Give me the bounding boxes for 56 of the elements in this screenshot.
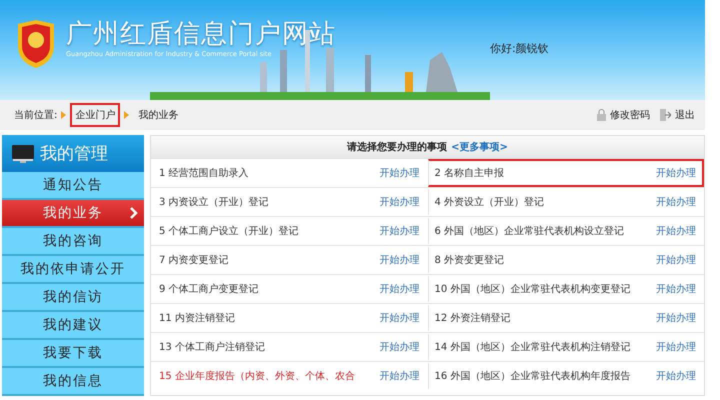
greeting-text: 你好:颜锐钦 <box>490 41 549 56</box>
sidebar-item[interactable]: 我的依申请公开 <box>2 256 144 284</box>
start-link[interactable]: 开始办理 <box>656 282 696 296</box>
service-name: 3 内资设立（开业）登记 <box>159 196 269 209</box>
start-link[interactable]: 开始办理 <box>380 340 420 354</box>
sidebar-item[interactable]: 我的建议 <box>2 312 144 340</box>
chevron-icon <box>130 207 138 219</box>
breadcrumb-item[interactable]: 企业门户 <box>70 103 120 127</box>
monitor-icon <box>12 144 34 162</box>
start-link[interactable]: 开始办理 <box>656 166 696 180</box>
start-link[interactable]: 开始办理 <box>380 369 420 383</box>
service-name: 4 外资设立（开业）登记 <box>434 196 544 209</box>
service-name: 6 外国（地区）企业常驻代表机构设立登记 <box>434 224 624 238</box>
service-name: 12 外资注销登记 <box>434 312 510 325</box>
sidebar-item[interactable]: 通知公告 <box>2 172 144 200</box>
sidebar-item[interactable]: 我的咨询 <box>2 228 144 256</box>
service-name: 8 外资变更登记 <box>434 254 504 267</box>
header-link[interactable]: 退出 <box>675 108 695 122</box>
service-name: 13 个体工商户注销登记 <box>159 340 265 354</box>
start-link[interactable]: 开始办理 <box>380 253 420 267</box>
service-name: 15 企业年度报告（内资、外资、个体、农合 <box>159 370 355 383</box>
site-title: 广州红盾信息门户网站 <box>66 18 336 50</box>
start-link[interactable]: 开始办理 <box>380 224 420 238</box>
sidebar-item[interactable]: 我的业务 <box>2 200 144 228</box>
location-label: 当前位置: <box>14 108 58 122</box>
triangle-icon <box>61 111 66 119</box>
service-name: 2 名称自主申报 <box>434 166 504 180</box>
sidebar-item[interactable]: 我要下载 <box>2 340 144 368</box>
service-name: 10 外国（地区）企业常驻代表机构变更登记 <box>434 282 630 296</box>
breadcrumb-item[interactable]: 我的业务 <box>133 103 184 127</box>
service-name: 14 外国（地区）企业常驻代表机构注销登记 <box>434 340 630 354</box>
service-name: 11 内资注销登记 <box>159 312 235 325</box>
start-link[interactable]: 开始办理 <box>656 195 696 209</box>
table-heading: 请选择您要办理的事项 <box>347 140 448 154</box>
header-link[interactable]: 修改密码 <box>610 108 650 122</box>
start-link[interactable]: 开始办理 <box>380 282 420 296</box>
sidebar-item[interactable]: 我的信访 <box>2 284 144 312</box>
service-name: 16 外国（地区）企业常驻代表机构年度报告 <box>434 370 630 383</box>
exit-icon <box>660 109 671 121</box>
lock-icon <box>597 109 606 121</box>
service-name: 7 内资变更登记 <box>159 254 229 267</box>
service-name: 5 个体工商户设立（开业）登记 <box>159 224 299 238</box>
start-link[interactable]: 开始办理 <box>656 340 696 354</box>
more-link[interactable]: <更多事项> <box>451 140 508 154</box>
start-link[interactable]: 开始办理 <box>380 311 420 325</box>
sidebar-item[interactable]: 我的信息 <box>2 368 144 396</box>
service-name: 1 经营范围自助录入 <box>159 166 249 180</box>
start-link[interactable]: 开始办理 <box>656 369 696 383</box>
start-link[interactable]: 开始办理 <box>656 311 696 325</box>
service-name: 9 个体工商户变更登记 <box>159 282 259 296</box>
start-link[interactable]: 开始办理 <box>656 224 696 238</box>
start-link[interactable]: 开始办理 <box>380 166 420 180</box>
start-link[interactable]: 开始办理 <box>380 195 420 209</box>
triangle-icon <box>124 111 130 119</box>
start-link[interactable]: 开始办理 <box>656 253 696 267</box>
sidebar-title: 我的管理 <box>40 143 108 165</box>
